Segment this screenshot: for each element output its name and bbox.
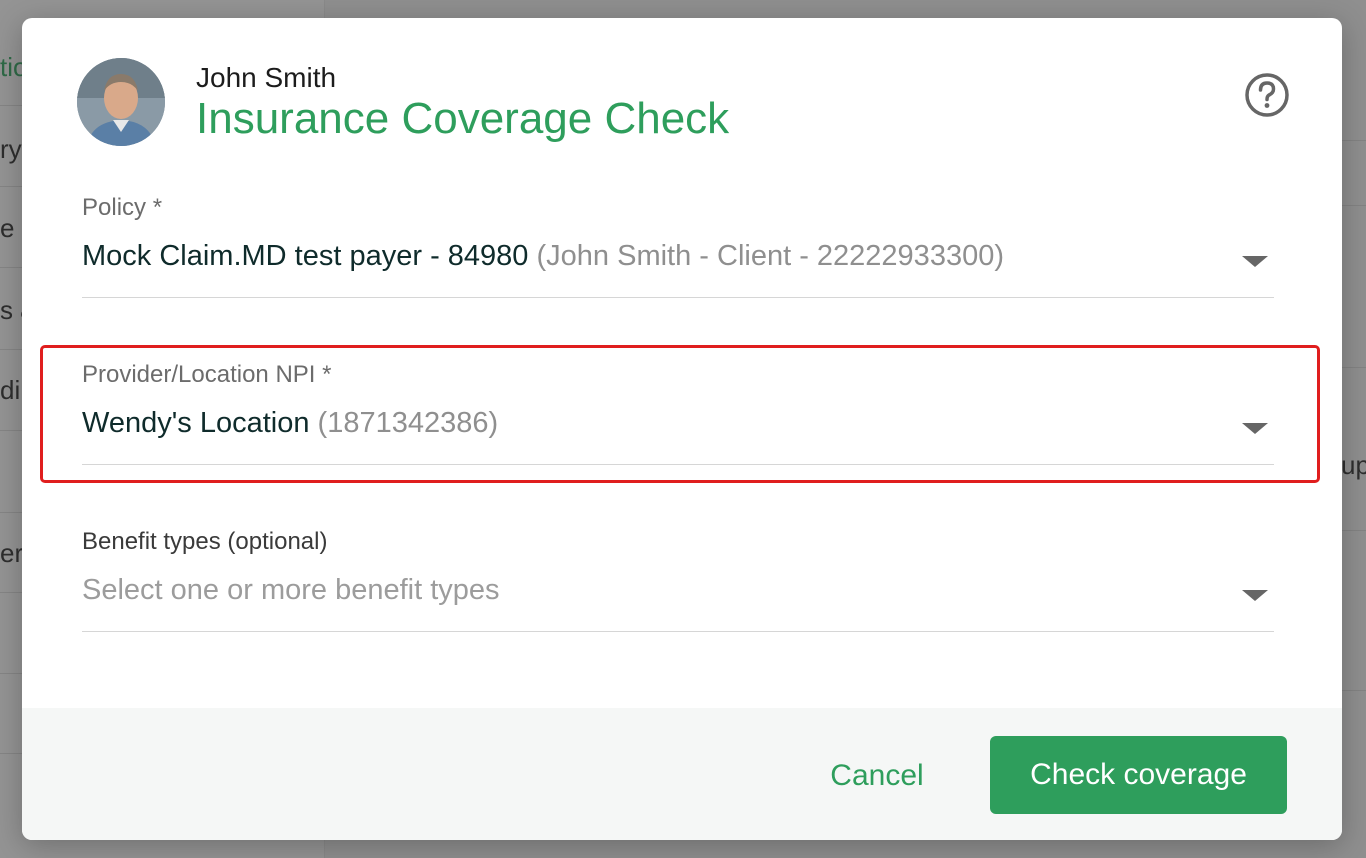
policy-value-detail: (John Smith - Client - 22222933300) [536, 240, 1004, 272]
benefit-types-select[interactable]: Benefit types (optional) Select one or m… [82, 528, 1274, 632]
chevron-down-icon[interactable] [1242, 423, 1268, 434]
background-sidebar-text: di [0, 375, 21, 405]
background-divider [1341, 690, 1366, 691]
question-circle-icon [1245, 73, 1289, 117]
background-divider [1341, 530, 1366, 531]
cancel-button[interactable]: Cancel [802, 746, 952, 806]
background-divider [1341, 367, 1366, 368]
dialog-footer: Cancel Check coverage [22, 708, 1342, 840]
background-divider [1341, 205, 1366, 206]
background-divider [1341, 140, 1366, 141]
provider-value-main: Wendy's Location [82, 407, 310, 439]
policy-select[interactable]: Policy * Mock Claim.MD test payer - 8498… [82, 194, 1274, 298]
check-coverage-button[interactable]: Check coverage [990, 736, 1287, 814]
policy-value-main: Mock Claim.MD test payer - 84980 [82, 240, 529, 272]
benefit-types-placeholder: Select one or more benefit types [82, 574, 500, 606]
benefit-types-label: Benefit types (optional) [82, 528, 328, 555]
background-sidebar-text: e [0, 213, 15, 243]
policy-value: Mock Claim.MD test payer - 84980 (John S… [82, 240, 1004, 273]
provider-npi-value: Wendy's Location (1871342386) [82, 407, 498, 440]
background-right-text: up [1341, 450, 1366, 480]
chevron-down-icon[interactable] [1242, 256, 1268, 267]
provider-npi-select[interactable]: Provider/Location NPI * Wendy's Location… [82, 361, 1274, 465]
provider-npi-label: Provider/Location NPI * [82, 361, 332, 388]
patient-name: John Smith [196, 62, 337, 93]
user-avatar-icon [77, 58, 165, 146]
policy-label: Policy * [82, 194, 163, 221]
provider-value-detail: (1871342386) [317, 407, 499, 439]
chevron-down-icon[interactable] [1242, 590, 1268, 601]
help-button[interactable] [1242, 70, 1292, 120]
background-sidebar-text: er [0, 538, 24, 568]
coverage-check-dialog: John Smith Insurance Coverage Check Poli… [22, 18, 1342, 840]
dialog-title: Insurance Coverage Check [196, 94, 730, 143]
background-sidebar-text: ry [0, 134, 22, 164]
